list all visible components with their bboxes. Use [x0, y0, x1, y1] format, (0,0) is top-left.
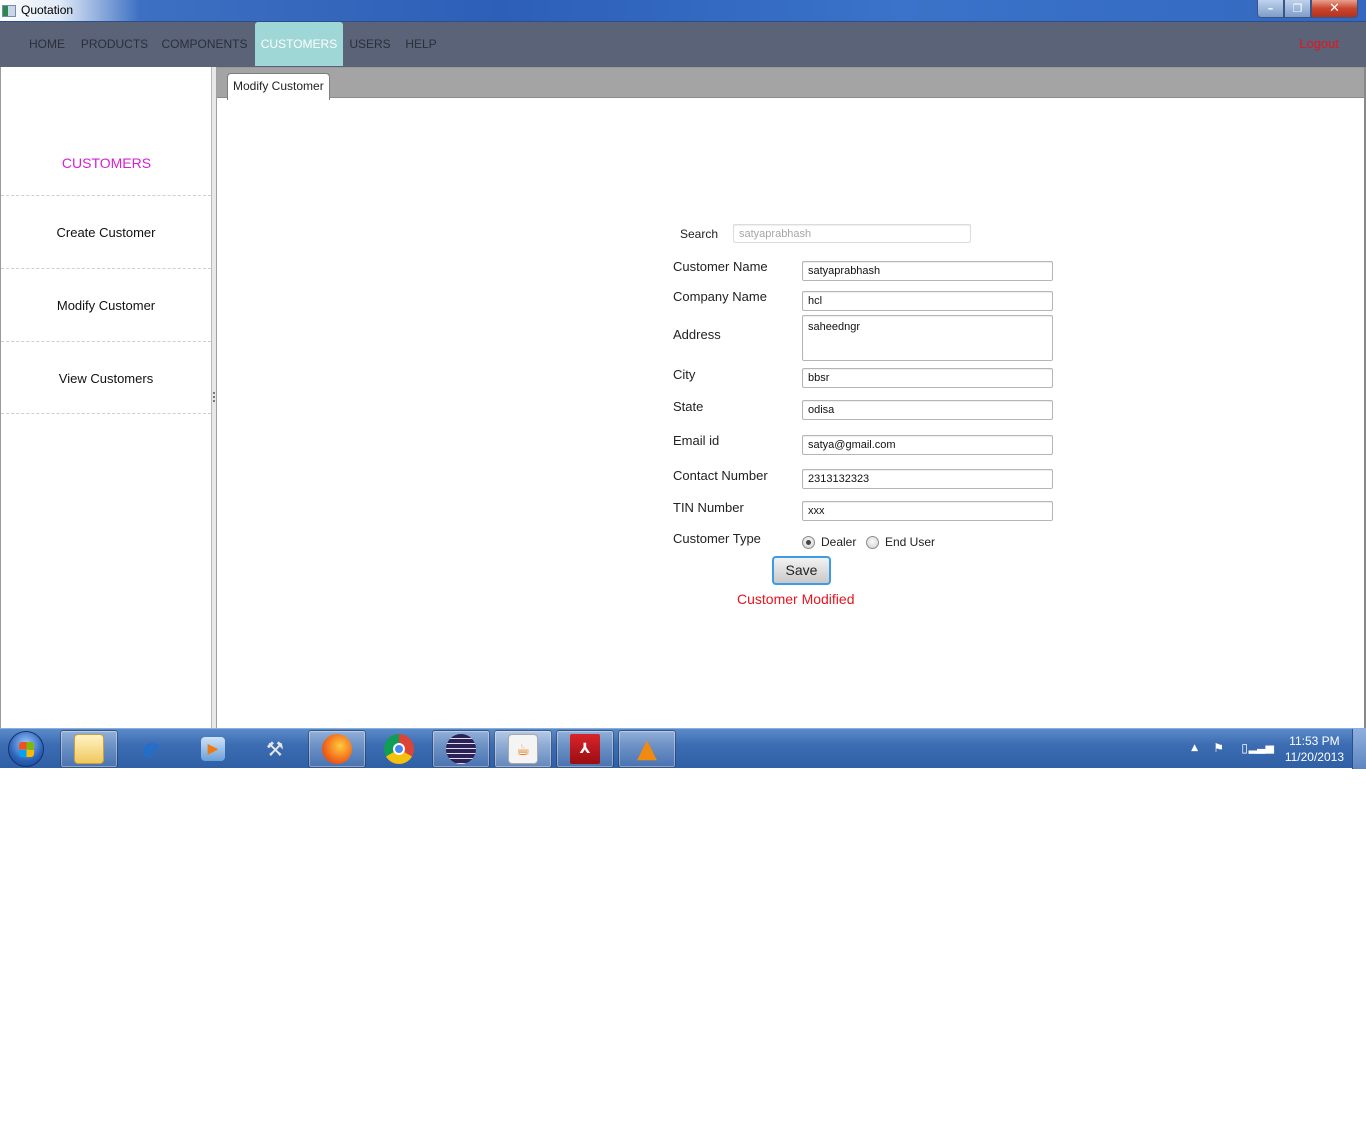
- adobe-reader-icon: ⅄: [570, 734, 600, 764]
- tin-number-label: TIN Number: [673, 500, 744, 515]
- tools-icon: ⚒: [266, 737, 284, 761]
- taskbar-firefox[interactable]: [308, 730, 366, 768]
- radio-dealer-label: Dealer: [821, 535, 857, 549]
- menu-customers[interactable]: CUSTOMERS: [255, 22, 343, 66]
- state-label: State: [673, 399, 704, 414]
- window-title-bar: Quotation – ❐ ✕: [0, 0, 1366, 22]
- sidebar-item-view-customers[interactable]: View Customers: [1, 341, 211, 414]
- logout-link[interactable]: Logout: [1299, 22, 1339, 66]
- search-input[interactable]: satyaprabhash: [733, 224, 971, 243]
- java-icon: ☕: [508, 734, 538, 764]
- city-label: City: [673, 367, 696, 382]
- start-button[interactable]: [8, 731, 44, 767]
- taskbar-db-tools[interactable]: ⚒: [246, 730, 304, 768]
- window-title: Quotation: [21, 3, 74, 17]
- sidebar-item-label: Modify Customer: [56, 297, 156, 313]
- company-name-field[interactable]: hcl: [802, 291, 1053, 311]
- menu-users[interactable]: USERS: [346, 22, 394, 66]
- email-field[interactable]: satya@gmail.com: [802, 435, 1053, 455]
- radio-checked-icon[interactable]: [802, 535, 815, 549]
- save-button[interactable]: Save: [772, 556, 831, 585]
- email-label: Email id: [673, 433, 720, 448]
- address-textarea[interactable]: saheedngr: [802, 315, 1053, 361]
- customer-name-label: Customer Name: [673, 259, 768, 274]
- sidebar-item-create-customer[interactable]: Create Customer: [1, 195, 211, 268]
- vlc-icon: ▲: [637, 734, 657, 764]
- taskbar-internet-explorer[interactable]: e: [122, 730, 180, 768]
- sidebar-title: CUSTOMERS: [61, 155, 152, 171]
- taskbar-adobe-reader[interactable]: ⅄: [556, 730, 614, 768]
- sidebar-item-modify-customer[interactable]: Modify Customer: [1, 268, 211, 341]
- content-pane: Modify Customer Search satyaprabhash Cus…: [217, 67, 1366, 728]
- minimize-icon: –: [1267, 2, 1274, 15]
- taskbar-vlc[interactable]: ▲: [618, 730, 676, 768]
- folder-icon: [74, 734, 104, 764]
- contact-number-label: Contact Number: [673, 468, 768, 483]
- restore-button[interactable]: ❐: [1284, 0, 1311, 18]
- taskbar-chrome[interactable]: [370, 730, 428, 768]
- internet-explorer-icon: e: [142, 734, 160, 764]
- state-field[interactable]: odisa: [802, 400, 1053, 420]
- sidebar-divider: [1, 413, 211, 414]
- action-center-flag-icon[interactable]: ⚑: [1213, 741, 1224, 755]
- show-hidden-icons-icon[interactable]: ▲: [1191, 743, 1198, 753]
- menu-products[interactable]: PRODUCTS: [78, 22, 151, 66]
- eclipse-icon: [446, 734, 476, 764]
- firefox-icon: [322, 734, 352, 764]
- radio-unchecked-icon[interactable]: [866, 535, 879, 549]
- menu-help[interactable]: HELP: [400, 22, 442, 66]
- signal-strength-icon[interactable]: ▂▃▅: [1249, 741, 1274, 754]
- window-controls: – ❐ ✕: [1257, 0, 1358, 18]
- show-desktop-button[interactable]: [1352, 729, 1366, 769]
- battery-icon[interactable]: ▯: [1241, 741, 1248, 755]
- sidebar-item-label: View Customers: [58, 370, 154, 386]
- sidebar-item-label: Create Customer: [56, 224, 156, 240]
- windows-taskbar: e ▶ ⚒ ☕ ⅄ ▲ ▲ ⚑ ▯ ▂▃▅ 11:53 PM 11/20/201…: [0, 728, 1366, 769]
- city-field[interactable]: bbsr: [802, 368, 1053, 388]
- modify-customer-form: Search satyaprabhash Customer Name satya…: [217, 67, 1364, 728]
- chrome-icon: [384, 734, 414, 764]
- status-message: Customer Modified: [737, 591, 855, 607]
- clock-time: 11:53 PM: [1289, 734, 1340, 748]
- minimize-button[interactable]: –: [1257, 0, 1284, 18]
- taskbar-explorer[interactable]: [60, 730, 118, 768]
- menu-home[interactable]: HOME: [22, 22, 72, 66]
- tin-number-field[interactable]: xxx: [802, 501, 1053, 521]
- radio-end-user-label: End User: [885, 535, 936, 549]
- clock-date: 11/20/2013: [1284, 750, 1344, 764]
- radio-end-user[interactable]: End User: [866, 535, 935, 549]
- contact-number-field[interactable]: 2313132323: [802, 469, 1053, 489]
- customer-name-field[interactable]: satyaprabhash: [802, 261, 1053, 281]
- menu-components[interactable]: COMPONENTS: [157, 22, 252, 66]
- app-icon: [2, 5, 16, 17]
- close-button[interactable]: ✕: [1311, 0, 1358, 18]
- windows-logo-icon: [19, 742, 34, 757]
- customer-type-label: Customer Type: [673, 531, 761, 546]
- main-menu-bar: HOME PRODUCTS COMPONENTS CUSTOMERS USERS…: [0, 22, 1366, 67]
- close-icon: ✕: [1329, 1, 1340, 16]
- radio-dealer[interactable]: Dealer: [802, 535, 856, 549]
- media-player-icon: ▶: [201, 737, 225, 761]
- address-label: Address: [673, 327, 721, 342]
- taskbar-java-app[interactable]: ☕: [494, 730, 552, 768]
- taskbar-media-player[interactable]: ▶: [184, 730, 242, 768]
- splitter-grip-icon[interactable]: [213, 392, 215, 402]
- restore-icon: ❐: [1292, 2, 1303, 15]
- company-name-label: Company Name: [673, 289, 767, 304]
- search-label: Search: [680, 227, 719, 241]
- taskbar-eclipse[interactable]: [432, 730, 490, 768]
- clock[interactable]: 11:53 PM 11/20/2013: [1285, 733, 1344, 765]
- sidebar: CUSTOMERS Create Customer Modify Custome…: [0, 67, 212, 728]
